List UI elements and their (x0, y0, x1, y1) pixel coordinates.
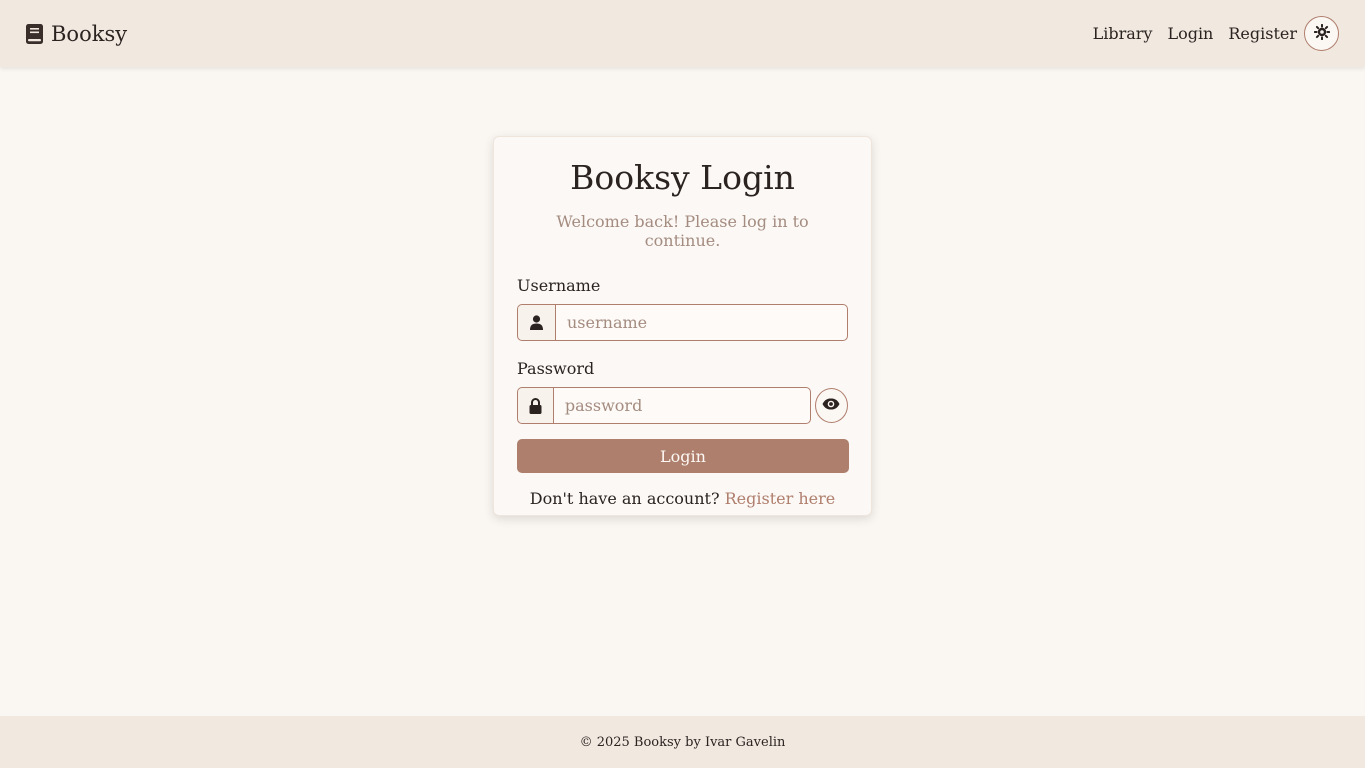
password-input[interactable] (552, 387, 811, 424)
username-label: Username (517, 276, 601, 295)
sun-icon (1313, 23, 1330, 43)
user-icon (517, 304, 555, 341)
show-password-button[interactable] (814, 388, 848, 423)
login-subtitle: Welcome back! Please log in to continue. (556, 212, 809, 250)
navbar: Booksy Library Login Register (0, 0, 1365, 67)
eye-icon (822, 398, 840, 413)
book-icon (26, 23, 43, 44)
username-input-group (517, 304, 848, 341)
footer-copyright: © 2025 Booksy by Ivar Gavelin (579, 734, 786, 750)
lock-icon (517, 387, 553, 424)
register-link[interactable]: Register here (725, 489, 836, 508)
nav-link-library[interactable]: Library (1093, 24, 1153, 43)
brand-link[interactable]: Booksy (26, 22, 127, 46)
theme-toggle-button[interactable] (1304, 16, 1339, 51)
register-prompt-text: Don't have an account? (529, 489, 720, 508)
page-title: Booksy Login (570, 158, 795, 197)
password-input-group (517, 387, 848, 424)
username-input[interactable] (555, 304, 848, 341)
footer: © 2025 Booksy by Ivar Gavelin (0, 716, 1365, 768)
login-submit-button[interactable]: Login (517, 439, 849, 473)
nav-links: Library Login Register (1078, 16, 1339, 51)
nav-link-register[interactable]: Register (1228, 24, 1297, 43)
register-prompt: Don't have an account? Register here (517, 489, 848, 508)
brand-name: Booksy (51, 21, 128, 46)
nav-link-login[interactable]: Login (1167, 24, 1213, 43)
password-label: Password (517, 359, 595, 378)
login-card: Booksy Login Welcome back! Please log in… (493, 136, 872, 516)
